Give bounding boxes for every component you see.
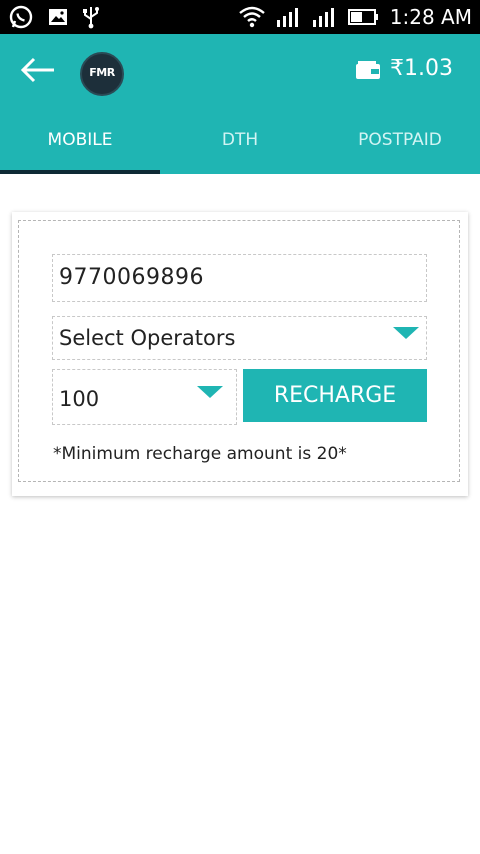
status-right-icons: 1:28 AM: [238, 4, 472, 30]
battery-icon: [347, 9, 378, 25]
tab-dth[interactable]: DTH: [160, 126, 320, 174]
app-logo: FMR: [80, 52, 124, 96]
wallet-icon[interactable]: [355, 60, 381, 80]
wifi-icon: [239, 6, 265, 28]
operator-select[interactable]: Select Operators: [52, 316, 427, 360]
mobile-number-value: 9770069896: [59, 265, 204, 290]
logo-text: FMR: [89, 66, 115, 79]
amount-value: 100: [59, 387, 100, 411]
tab-indicator: [0, 170, 160, 174]
minimum-amount-note: *Minimum recharge amount is 20*: [53, 444, 347, 464]
recharge-card: 9770069896 Select Operators 100 RECHARGE…: [12, 212, 468, 496]
signal-icon-1: [276, 8, 298, 27]
signal-icon-2: [312, 8, 334, 27]
tab-bar: MOBILE DTH POSTPAID: [0, 126, 480, 174]
tab-postpaid[interactable]: POSTPAID: [320, 126, 480, 174]
tab-mobile[interactable]: MOBILE: [0, 126, 160, 174]
usb-icon: [83, 7, 99, 29]
operator-dropdown-icon: [393, 327, 419, 339]
operator-value: Select Operators: [59, 326, 236, 350]
image-icon: [49, 9, 67, 25]
recharge-button[interactable]: RECHARGE: [243, 369, 427, 422]
status-time: 1:28 AM: [389, 5, 472, 29]
status-left-icons: [8, 4, 100, 30]
whatsapp-icon: [9, 5, 33, 29]
amount-select[interactable]: 100: [52, 369, 237, 425]
wallet-balance[interactable]: ₹1.03: [390, 56, 453, 81]
app-bar: FMR ₹1.03 MOBILE DTH POSTPAID: [0, 34, 480, 174]
status-bar: 1:28 AM: [0, 0, 480, 34]
back-arrow-icon[interactable]: [18, 54, 58, 86]
amount-dropdown-icon: [197, 386, 223, 398]
mobile-number-input[interactable]: 9770069896: [52, 254, 427, 302]
